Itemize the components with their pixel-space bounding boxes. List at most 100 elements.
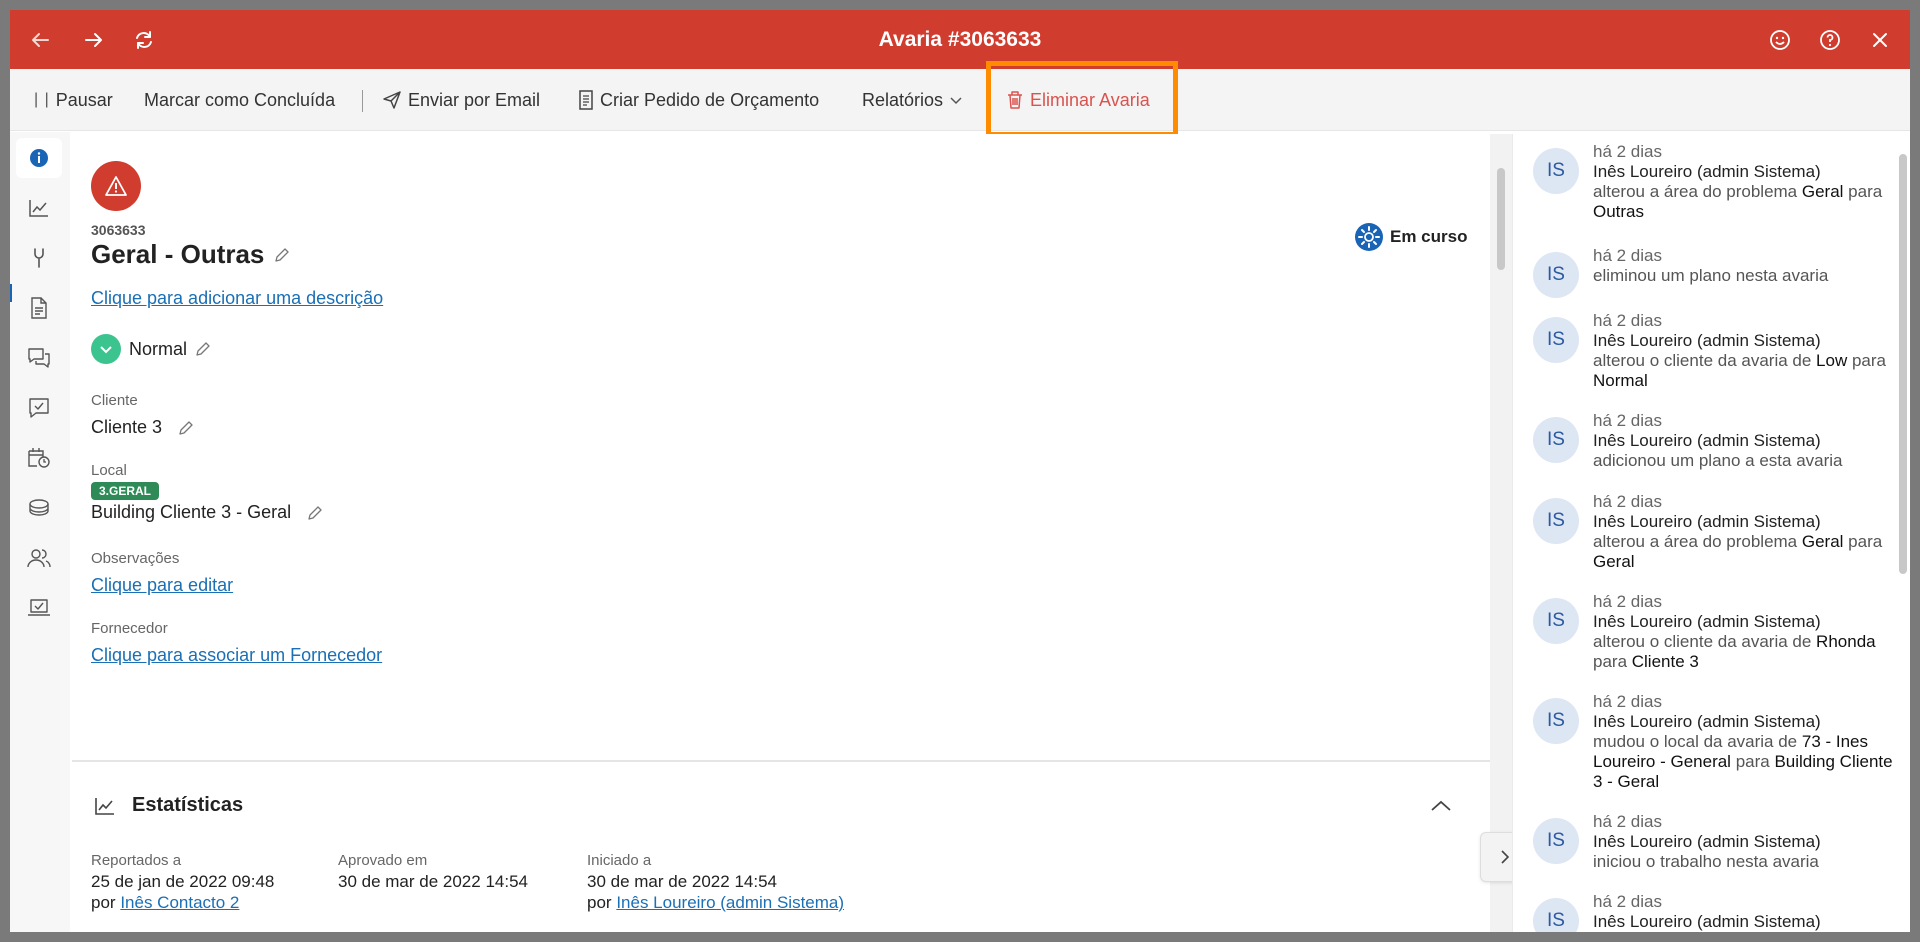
statistics-section: Estatísticas Reportados a 25 de jan de 2… [72,760,1490,932]
status-label: Em curso [1390,227,1468,246]
nav-messages[interactable] [16,338,62,378]
delete-issue-label: Eliminar Avaria [1030,89,1150,110]
feed-author: Inês Loureiro (admin Sistema) [1593,331,1821,350]
local-badge: 3.GERAL [91,482,160,500]
local-label: Local [91,462,127,479]
coins-icon [29,499,49,516]
nav-users[interactable] [16,538,62,578]
feed-author: Inês Loureiro (admin Sistema) [1593,712,1821,731]
feed-text: há 2 dias Inês Loureiro (admin Sistema) in… [1593,812,1893,872]
checked-message-icon [29,398,49,418]
nav-schedule[interactable] [16,438,62,478]
feed-value: Geral [1593,552,1635,571]
info-icon [30,149,48,167]
feed-text: há 2 dias Inês Loureiro (admin Sistema) al… [1593,592,1893,672]
help-icon[interactable] [1816,26,1844,54]
started-by-link[interactable]: Inês Loureiro (admin Sistema) [616,893,844,912]
reports-dropdown[interactable]: Relatórios [862,69,963,131]
feed-time: há 2 dias [1593,411,1662,430]
feed-value: Cliente 3 [1631,652,1699,671]
avatar: IS [1533,417,1579,463]
feed-message: alterou a área do problema Geral para Ou… [1593,182,1893,222]
issue-details: 3063633 Geral - Outras Em curso Clique p… [72,134,1490,932]
avatar: IS [1533,598,1579,644]
close-icon[interactable] [1866,26,1894,54]
delete-issue-button[interactable]: Eliminar Avaria [1006,69,1150,131]
feed-author: Inês Loureiro (admin Sistema) [1593,162,1821,181]
supplier-link[interactable]: Clique para associar um Fornecedor [91,645,382,666]
add-description-link[interactable]: Clique para adicionar uma descrição [91,288,383,309]
smiley-icon[interactable] [1766,26,1794,54]
scrollbar-thumb[interactable] [1497,168,1505,270]
feed-value: Low [1816,351,1848,370]
wrench-icon [34,248,44,268]
feed-text: há 2 dias Inês Loureiro (admin Sistema) al… [1593,492,1893,572]
feed-text: há 2 dias Inês Loureiro (admin Sistema) [1593,892,1893,932]
feed-message-text: para [1593,652,1632,671]
status-indicator[interactable]: Em curso [1354,222,1467,252]
feed-message-text: mudou o local da avaria de [1593,732,1802,751]
edit-pencil-icon[interactable] [178,420,194,436]
nav-info[interactable] [16,138,62,178]
trash-icon [1008,91,1022,109]
feed-message: mudou o local da avaria de 73 - Ines Lou… [1593,732,1893,792]
main-scrollbar[interactable] [1490,134,1512,932]
notes-edit-link[interactable]: Clique para editar [91,575,233,596]
mark-complete-button[interactable]: Marcar como Concluída [144,69,335,131]
feed-message: adicionou um plano a esta avaria [1593,451,1893,471]
feed-time: há 2 dias [1593,246,1662,265]
reports-label: Relatórios [862,89,944,110]
local-row: Building Cliente 3 - Geral [91,502,323,523]
feed-text: há 2 dias Inês Loureiro (admin Sistema) al… [1593,142,1893,222]
reported-date: 25 de jan de 2022 09:48 [91,872,275,891]
started-date: 30 de mar de 2022 14:54 [587,872,777,891]
line-chart-icon [94,796,116,821]
feed-message-text: para [1843,532,1883,551]
edit-pencil-icon[interactable] [274,247,290,263]
priority-value: Normal [129,338,188,359]
approved-date: 30 de mar de 2022 14:54 [338,872,528,891]
chevron-up-icon[interactable] [1430,798,1452,819]
send-email-label: Enviar por Email [408,89,541,110]
feed-message-text: para [1730,752,1775,771]
feed-message: iniciou o trabalho nesta avaria [1593,852,1893,872]
send-email-button[interactable]: Enviar por Email [382,69,540,131]
nav-edge-marker [10,284,12,302]
avatar: IS [1533,317,1579,363]
feed-value: Normal [1593,371,1648,390]
supplier-label: Fornecedor [91,620,168,637]
toolbar-divider [362,90,363,112]
nav-tasks[interactable] [16,588,62,628]
notes-label: Observações [91,550,180,567]
calendar-clock-icon [28,448,50,468]
feed-time: há 2 dias [1593,592,1662,611]
pause-button[interactable]: | | Pausar [34,69,113,131]
create-quote-button[interactable]: Criar Pedido de Orçamento [578,69,819,131]
feed-message-text: para [1843,182,1883,201]
feed-scrollbar-thumb[interactable] [1899,154,1907,574]
feed-message-text: adicionou um plano a esta avaria [1593,451,1843,470]
statistics-title: Estatísticas [132,794,244,816]
reported-by-link[interactable]: Inês Contacto 2 [120,893,239,912]
feed-time: há 2 dias [1593,812,1662,831]
feed-message-text: iniciou o trabalho nesta avaria [1593,852,1819,871]
send-icon [383,91,401,109]
client-row: Cliente 3 [91,417,194,438]
feed-message-text: alterou o cliente da avaria de [1593,351,1817,370]
local-value: Building Cliente 3 - Geral [91,502,292,522]
started-label: Iniciado a [587,852,652,869]
feed-author: Inês Loureiro (admin Sistema) [1593,512,1821,531]
mark-complete-label: Marcar como Concluída [144,89,336,110]
edit-pencil-icon[interactable] [307,505,323,521]
nav-approvals[interactable] [16,388,62,428]
by-prefix: por [91,893,116,912]
nav-tools[interactable] [16,238,62,278]
nav-documents[interactable] [16,288,62,328]
chevron-right-icon [1501,850,1510,864]
nav-statistics[interactable] [16,188,62,228]
feed-text: há 2 dias eliminou um plano nesta avaria [1593,246,1893,286]
nav-costs[interactable] [16,488,62,528]
by-prefix: por [587,893,612,912]
edit-pencil-icon[interactable] [195,341,211,357]
feed-message: alterou o cliente da avaria de Rhonda pa… [1593,632,1893,672]
